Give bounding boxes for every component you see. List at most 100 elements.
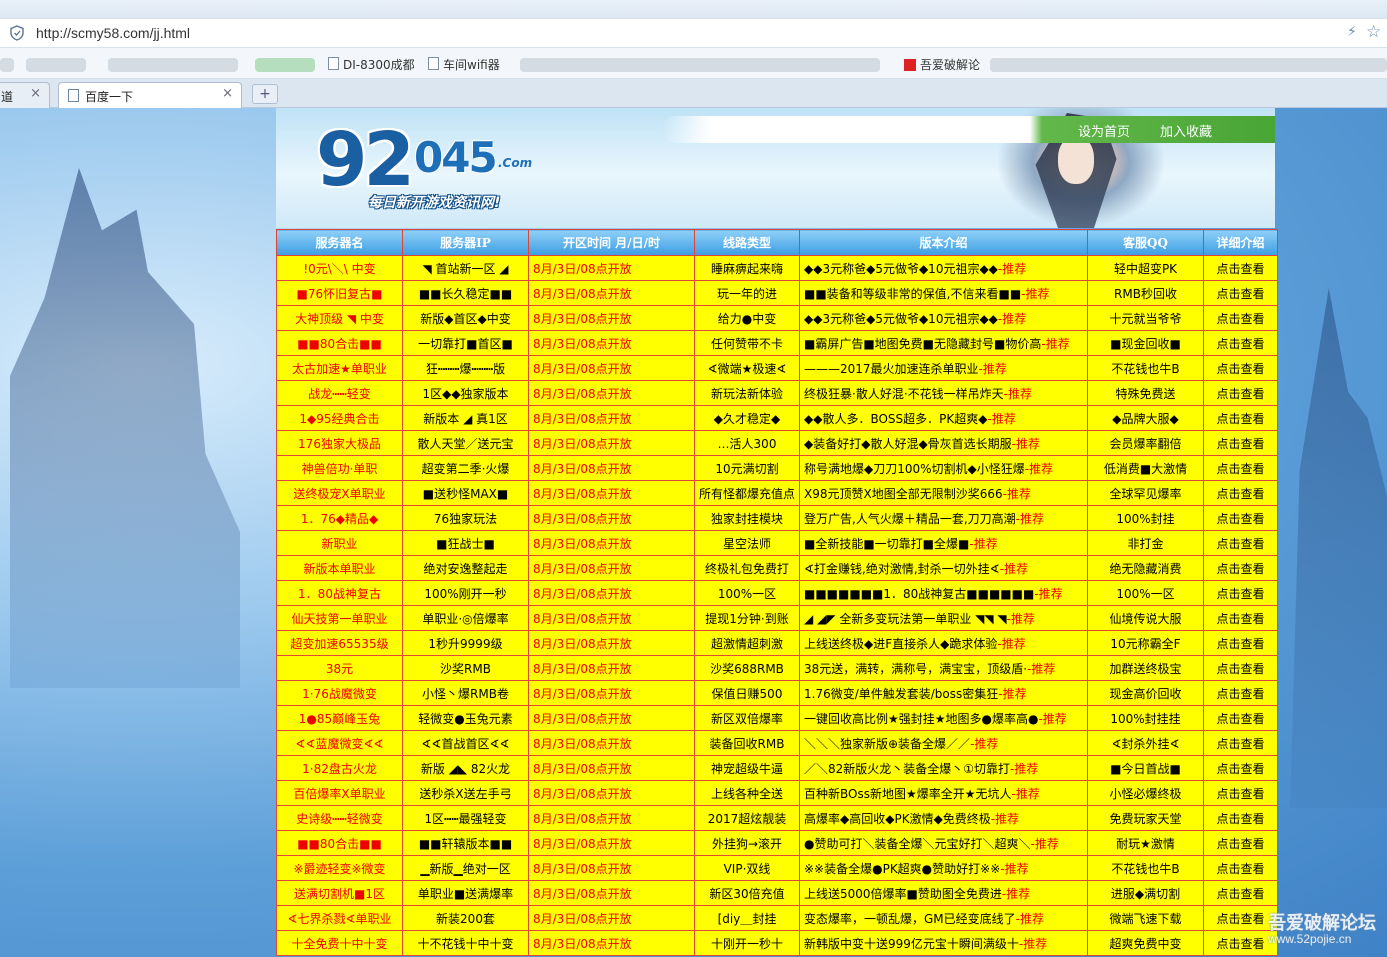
service-qq-cell: ◆品牌大服◆ bbox=[1087, 405, 1204, 431]
detail-link-cell[interactable]: 点击查看 bbox=[1203, 630, 1278, 656]
view-detail-link[interactable]: 点击查看 bbox=[1216, 362, 1264, 376]
view-detail-link[interactable]: 点击查看 bbox=[1216, 862, 1264, 876]
detail-link-cell[interactable]: 点击查看 bbox=[1203, 330, 1278, 356]
blurred-bookmark[interactable] bbox=[26, 58, 86, 72]
view-detail-link[interactable]: 点击查看 bbox=[1216, 887, 1264, 901]
view-detail-link[interactable]: 点击查看 bbox=[1216, 562, 1264, 576]
detail-link-cell[interactable]: 点击查看 bbox=[1203, 780, 1278, 806]
url-text[interactable]: http://scmy58.com/jj.html bbox=[36, 25, 190, 41]
star-icon[interactable]: ☆ bbox=[1366, 22, 1381, 42]
detail-link-cell[interactable]: 点击查看 bbox=[1203, 605, 1278, 631]
detail-link-cell[interactable]: 点击查看 bbox=[1203, 805, 1278, 831]
close-icon[interactable]: × bbox=[30, 86, 41, 101]
view-detail-link[interactable]: 点击查看 bbox=[1216, 312, 1264, 326]
detail-link-cell[interactable]: 点击查看 bbox=[1203, 830, 1278, 856]
view-detail-link[interactable]: 点击查看 bbox=[1216, 412, 1264, 426]
detail-link-cell[interactable]: 点击查看 bbox=[1203, 380, 1278, 406]
detail-link-cell[interactable]: 点击查看 bbox=[1203, 455, 1278, 481]
version-intro-cell: ■■■■■■■1．80战神复古■■■■■■-推荐 bbox=[799, 580, 1088, 606]
view-detail-link[interactable]: 点击查看 bbox=[1216, 387, 1264, 401]
view-detail-link[interactable]: 点击查看 bbox=[1216, 337, 1264, 351]
service-qq-cell: 进服◆满切割 bbox=[1087, 880, 1204, 906]
view-detail-link[interactable]: 点击查看 bbox=[1216, 287, 1264, 301]
blurred-bookmark[interactable] bbox=[108, 58, 238, 72]
view-detail-link[interactable]: 点击查看 bbox=[1216, 512, 1264, 526]
blurred-bookmark[interactable] bbox=[0, 58, 14, 72]
view-detail-link[interactable]: 点击查看 bbox=[1216, 837, 1264, 851]
site-logo[interactable]: 92 bbox=[316, 120, 415, 200]
view-detail-link[interactable]: 点击查看 bbox=[1216, 262, 1264, 276]
server-ip-cell: 散人天堂／送元宝 bbox=[402, 430, 529, 456]
line-type-cell: 睡麻痹起来嗨 bbox=[694, 255, 800, 281]
detail-link-cell[interactable]: 点击查看 bbox=[1203, 755, 1278, 781]
service-qq-cell: 免费玩家天堂 bbox=[1087, 805, 1204, 831]
view-detail-link[interactable]: 点击查看 bbox=[1216, 937, 1264, 951]
view-detail-link[interactable]: 点击查看 bbox=[1216, 712, 1264, 726]
detail-link-cell[interactable]: 点击查看 bbox=[1203, 655, 1278, 681]
detail-link-cell[interactable]: 点击查看 bbox=[1203, 480, 1278, 506]
view-detail-link[interactable]: 点击查看 bbox=[1216, 762, 1264, 776]
site-logo-number: 045 bbox=[414, 133, 498, 182]
lightning-icon[interactable]: ⚡ bbox=[1347, 24, 1357, 40]
view-detail-link[interactable]: 点击查看 bbox=[1216, 787, 1264, 801]
bookmark-item[interactable]: DI-8300成都 bbox=[328, 56, 415, 73]
view-detail-link[interactable]: 点击查看 bbox=[1216, 687, 1264, 701]
blurred-bookmark[interactable] bbox=[255, 58, 315, 72]
new-tab-button[interactable]: + bbox=[252, 84, 278, 104]
detail-link-cell[interactable]: 点击查看 bbox=[1203, 555, 1278, 581]
table-row: ※爵迹轻变※微变 ▁新版▁绝对一区 8月/3日/08点开放 VIP·双线 ※※装备全爆●… bbox=[276, 855, 1278, 881]
detail-link-cell[interactable]: 点击查看 bbox=[1203, 680, 1278, 706]
table-row: 超变加速65535级 1秒升9999级 8月/3日/08点开放 超激情超刺激 上线送终极… bbox=[276, 630, 1278, 656]
tab-baidu[interactable]: 百度一下 × bbox=[58, 82, 242, 108]
detail-link-cell[interactable]: 点击查看 bbox=[1203, 305, 1278, 331]
service-qq-cell: 绝无隐藏消费 bbox=[1087, 555, 1204, 581]
detail-link-cell[interactable]: 点击查看 bbox=[1203, 905, 1278, 931]
open-time-cell: 8月/3日/08点开放 bbox=[528, 705, 695, 731]
detail-link-cell[interactable]: 点击查看 bbox=[1203, 430, 1278, 456]
view-detail-link[interactable]: 点击查看 bbox=[1216, 662, 1264, 676]
blurred-bookmark[interactable] bbox=[990, 58, 1387, 72]
tab-previous[interactable]: 道 × bbox=[0, 82, 50, 108]
version-intro-cell: ●赞助可打＼装备全爆＼元宝好打＼超爽＼-推荐 bbox=[799, 830, 1088, 856]
recommend-tag: -推荐 bbox=[987, 411, 1016, 426]
bookmark-item[interactable]: 吾爱破解论 bbox=[904, 56, 980, 73]
detail-link-cell[interactable]: 点击查看 bbox=[1203, 930, 1278, 956]
view-detail-link[interactable]: 点击查看 bbox=[1216, 737, 1264, 751]
shield-icon bbox=[10, 25, 24, 41]
detail-link-cell[interactable]: 点击查看 bbox=[1203, 855, 1278, 881]
blurred-bookmark[interactable] bbox=[520, 58, 880, 72]
view-detail-link[interactable]: 点击查看 bbox=[1216, 912, 1264, 926]
server-ip-cell: 新版本 ◢ 真1区 bbox=[402, 405, 529, 431]
detail-link-cell[interactable]: 点击查看 bbox=[1203, 530, 1278, 556]
detail-link-cell[interactable]: 点击查看 bbox=[1203, 580, 1278, 606]
detail-link-cell[interactable]: 点击查看 bbox=[1203, 355, 1278, 381]
detail-link-cell[interactable]: 点击查看 bbox=[1203, 730, 1278, 756]
bookmark-item[interactable]: 车间wifi器 bbox=[428, 56, 500, 73]
close-icon[interactable]: × bbox=[222, 86, 233, 101]
detail-link-cell[interactable]: 点击查看 bbox=[1203, 505, 1278, 531]
server-name-cell: 176独家大极品 bbox=[276, 430, 403, 456]
version-intro-text: ◆装备好打◆散人好混◆骨灰首选长期服 bbox=[804, 436, 1012, 451]
add-favorite-link[interactable]: 加入收藏 bbox=[1160, 121, 1212, 140]
view-detail-link[interactable]: 点击查看 bbox=[1216, 612, 1264, 626]
server-name-cell: ※爵迹轻变※微变 bbox=[276, 855, 403, 881]
view-detail-link[interactable]: 点击查看 bbox=[1216, 487, 1264, 501]
view-detail-link[interactable]: 点击查看 bbox=[1216, 437, 1264, 451]
view-detail-link[interactable]: 点击查看 bbox=[1216, 462, 1264, 476]
line-type-cell: 10元满切割 bbox=[694, 455, 800, 481]
view-detail-link[interactable]: 点击查看 bbox=[1216, 587, 1264, 601]
detail-link-cell[interactable]: 点击查看 bbox=[1203, 705, 1278, 731]
view-detail-link[interactable]: 点击查看 bbox=[1216, 537, 1264, 551]
detail-link-cell[interactable]: 点击查看 bbox=[1203, 405, 1278, 431]
address-bar[interactable]: http://scmy58.com/jj.html ⚡ ☆ bbox=[0, 18, 1387, 48]
view-detail-link[interactable]: 点击查看 bbox=[1216, 812, 1264, 826]
set-homepage-link[interactable]: 设为首页 bbox=[1078, 121, 1130, 140]
service-qq-cell: ■现金回收■ bbox=[1087, 330, 1204, 356]
view-detail-link[interactable]: 点击查看 bbox=[1216, 637, 1264, 651]
line-type-cell: VIP·双线 bbox=[694, 855, 800, 881]
detail-link-cell[interactable]: 点击查看 bbox=[1203, 255, 1278, 281]
version-intro-cell: ◆◆散人多．BOSS超多．PK超爽◆-推荐 bbox=[799, 405, 1088, 431]
detail-link-cell[interactable]: 点击查看 bbox=[1203, 880, 1278, 906]
line-type-cell: 独家封挂模块 bbox=[694, 505, 800, 531]
detail-link-cell[interactable]: 点击查看 bbox=[1203, 280, 1278, 306]
